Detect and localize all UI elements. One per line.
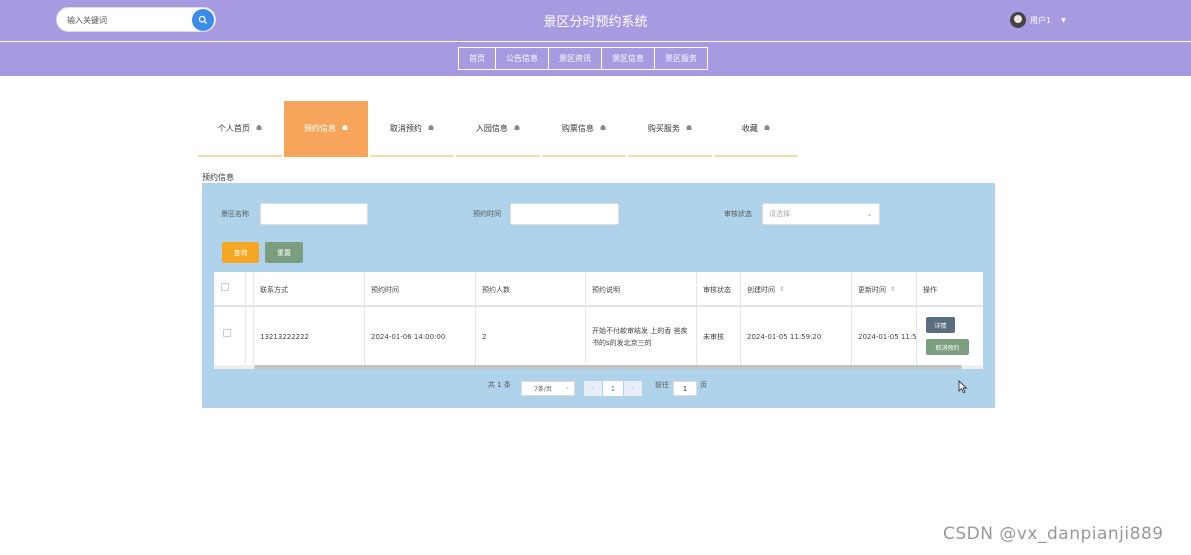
tab-ticket-info[interactable]: 购票信息 ☗	[542, 101, 626, 157]
home-icon: ☗	[341, 124, 349, 132]
cell-people: 2	[482, 333, 487, 341]
cell-reserve-time: 2024-01-06 14:00:00	[371, 333, 446, 341]
col-people: 预约人数	[482, 285, 510, 294]
reserve-time-label: 预约时间	[473, 210, 501, 218]
goto-label: 前往	[655, 381, 669, 389]
reservation-panel: 景区名称 预约时间 审核状态 请选择 ⌄ 查询 重置 联系方式 预约时间 预约人…	[202, 183, 995, 408]
home-icon: ☗	[685, 124, 693, 132]
nav-item-scenic-services[interactable]: 景区服务	[654, 47, 708, 70]
prev-page-button[interactable]: ‹	[584, 381, 602, 396]
nav-item-news[interactable]: 景区资讯	[548, 47, 602, 70]
cell-created: 2024-01-05 11:59:20	[747, 333, 822, 341]
cancel-reservation-button[interactable]: 取消预约	[926, 339, 969, 355]
tab-reservations[interactable]: 预约信息 ☗	[284, 101, 368, 157]
nav-item-announcements[interactable]: 公告信息	[495, 47, 549, 70]
total-count: 共 1 条	[488, 381, 511, 389]
page-number[interactable]: 1	[603, 381, 623, 396]
col-created-label: 创建时间	[747, 285, 775, 294]
reservation-table: 联系方式 预约时间 预约人数 预约说明 审核状态 创建时间 ⇕ 更新时间 ⇕ 操作 …	[214, 272, 983, 369]
cell-status: 未审核	[703, 333, 724, 341]
col-updated[interactable]: 更新时间 ⇕	[852, 272, 895, 307]
nav-list: 首页 公告信息 景区资讯 景区信息 景区服务	[458, 47, 708, 70]
scenic-name-label: 景区名称	[221, 210, 249, 218]
home-icon: ☗	[763, 124, 771, 132]
goto-page-input[interactable]: 1	[673, 381, 697, 396]
chevron-down-icon: ⌄	[564, 384, 570, 391]
nav-item-home[interactable]: 首页	[458, 47, 496, 70]
col-contact: 联系方式	[260, 285, 288, 294]
col-created[interactable]: 创建时间 ⇕	[741, 272, 784, 307]
tab-favorites[interactable]: 收藏 ☗	[714, 101, 798, 157]
tab-entry-info[interactable]: 入园信息 ☗	[456, 101, 540, 157]
col-updated-label: 更新时间	[858, 285, 886, 294]
section-title: 预约信息	[202, 173, 234, 182]
tab-purchase-services[interactable]: 购买服务 ☗	[628, 101, 712, 157]
tab-label: 取消预约	[389, 123, 422, 133]
tab-label: 预约信息	[303, 123, 336, 133]
review-status-placeholder: 请选择	[769, 210, 790, 218]
tab-label: 入园信息	[475, 123, 508, 133]
query-button[interactable]: 查询	[222, 242, 259, 263]
chevron-right-icon: ›	[631, 385, 635, 392]
reset-button[interactable]: 重置	[265, 242, 303, 263]
cell-contact: 13213222222	[260, 333, 309, 341]
table-header: 联系方式 预约时间 预约人数 预约说明 审核状态 创建时间 ⇕ 更新时间 ⇕ 操作	[214, 272, 983, 307]
chevron-left-icon: ‹	[591, 385, 595, 392]
tab-label: 购买服务	[647, 123, 680, 133]
col-note: 预约说明	[592, 285, 620, 294]
scenic-name-input[interactable]	[260, 203, 368, 225]
detail-button[interactable]: 详情	[926, 317, 955, 333]
nav-item-scenic-info[interactable]: 景区信息	[601, 47, 655, 70]
home-icon: ☗	[255, 124, 263, 132]
watermark: CSDN @vx_danpianji889	[943, 524, 1164, 544]
scrollbar-thumb[interactable]	[254, 365, 962, 369]
page-unit: 页	[700, 381, 707, 389]
top-header: 景区分时预约系统 用户1 ▼	[0, 0, 1191, 41]
page-size-value: 7条/页	[534, 386, 552, 393]
cell-updated: 2024-01-05 11:59	[858, 333, 916, 341]
next-page-button[interactable]: ›	[624, 381, 642, 396]
username: 用户1	[1030, 15, 1052, 25]
home-icon: ☗	[513, 124, 521, 132]
tab-label: 购票信息	[561, 123, 594, 133]
tab-personal-home[interactable]: 个人首页 ☗	[198, 101, 282, 157]
sort-icon[interactable]: ⇕	[779, 284, 784, 296]
tab-label: 收藏	[741, 123, 758, 133]
column-divider	[245, 272, 246, 367]
mouse-cursor-icon	[958, 380, 968, 394]
select-all-checkbox[interactable]	[221, 283, 229, 291]
horizontal-scrollbar[interactable]	[214, 365, 983, 369]
main-nav: 首页 公告信息 景区资讯 景区信息 景区服务	[0, 42, 1191, 76]
reserve-time-input[interactable]	[510, 203, 619, 225]
tab-label: 个人首页	[217, 123, 250, 133]
page-size-select[interactable]: 7条/页 ⌄	[521, 381, 575, 396]
chevron-down-icon: ▼	[1061, 16, 1066, 24]
col-status: 审核状态	[703, 285, 731, 294]
col-actions: 操作	[923, 285, 937, 294]
avatar	[1010, 12, 1026, 28]
column-divider	[916, 272, 917, 367]
profile-tabs: 个人首页 ☗ 预约信息 ☗ 取消预约 ☗ 入园信息 ☗ 购票信息 ☗ 购买服务 ☗ 收藏 ☗	[198, 101, 800, 157]
tab-cancel-reservation[interactable]: 取消预约 ☗	[370, 101, 454, 157]
review-status-select[interactable]: 请选择 ⌄	[762, 203, 880, 225]
chevron-down-icon: ⌄	[866, 209, 873, 218]
home-icon: ☗	[599, 124, 607, 132]
user-menu[interactable]: 用户1 ▼	[1010, 12, 1066, 28]
cell-note: 开始不付款审结发 上的香 爸疾书的s的发北京三的	[592, 327, 688, 347]
sort-icon[interactable]: ⇕	[890, 284, 895, 296]
review-status-label: 审核状态	[724, 210, 752, 218]
home-icon: ☗	[427, 124, 435, 132]
col-reserve-time: 预约时间	[371, 285, 399, 294]
row-checkbox[interactable]	[223, 329, 231, 337]
